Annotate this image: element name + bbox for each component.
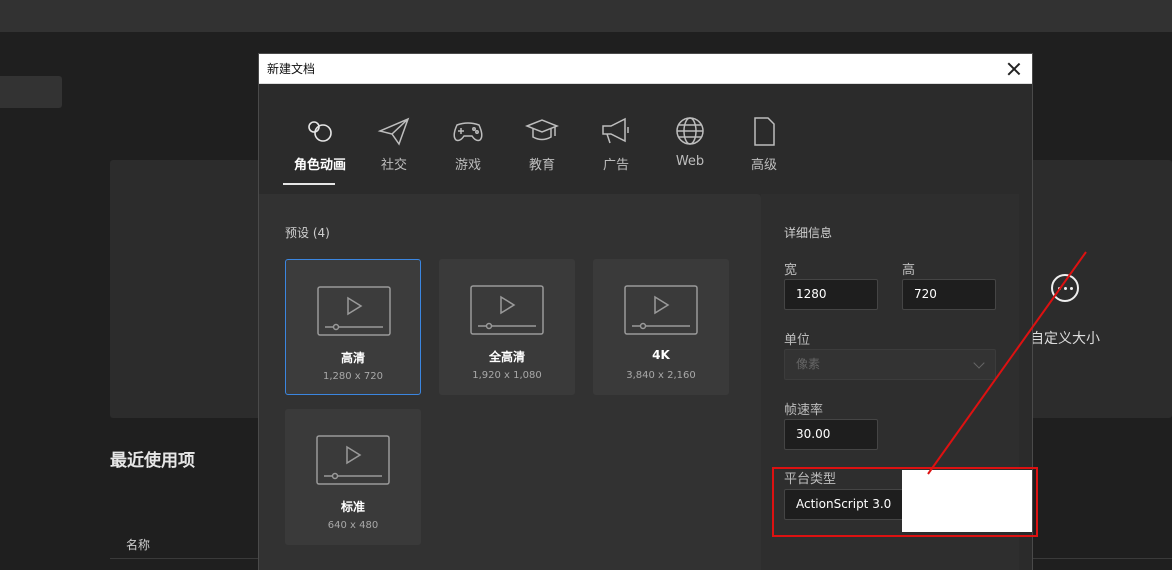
dialog-titlebar: 新建文档 xyxy=(259,54,1032,84)
character-animation-icon xyxy=(308,121,332,142)
video-preset-icon xyxy=(317,286,391,336)
tab-games[interactable]: 游戏 xyxy=(431,116,505,173)
frame-rate-input[interactable]: 30.00 xyxy=(784,419,878,450)
width-label: 宽 xyxy=(784,263,798,278)
tab-label: 广告 xyxy=(602,158,629,173)
annotation-highlight-box xyxy=(772,467,1038,537)
tab-character-animation[interactable]: 角色动画 xyxy=(283,116,357,185)
video-preset-icon xyxy=(316,435,390,485)
tab-label: 角色动画 xyxy=(293,158,346,173)
more-options-icon[interactable] xyxy=(1051,274,1079,302)
tab-advertising[interactable]: 广告 xyxy=(579,116,653,173)
preset-card-hd[interactable]: 高清 1,280 x 720 xyxy=(285,259,421,395)
preset-title: 标准 xyxy=(340,500,365,514)
preset-size: 640 x 480 xyxy=(327,520,379,531)
close-button[interactable] xyxy=(1004,59,1024,79)
category-tabs: 角色动画 社交 游戏 教育 广告 Web 高级 xyxy=(283,116,801,185)
frame-rate-label: 帧速率 xyxy=(784,403,824,418)
tab-label: 教育 xyxy=(528,158,555,173)
dialog-title: 新建文档 xyxy=(267,62,316,76)
preset-title: 高清 xyxy=(340,351,365,365)
presets-panel: 预设 (4) 高清 1,280 x 720 全高清 1,920 x 1,080 … xyxy=(259,194,761,570)
tab-label: 游戏 xyxy=(454,158,481,173)
tab-social[interactable]: 社交 xyxy=(357,116,431,173)
megaphone-icon xyxy=(602,117,629,144)
unit-label: 单位 xyxy=(784,333,811,348)
tab-web[interactable]: Web xyxy=(653,116,727,173)
details-heading: 详细信息 xyxy=(784,226,833,240)
paper-plane-icon xyxy=(377,117,410,146)
preset-size: 1,920 x 1,080 xyxy=(472,370,542,381)
height-input[interactable]: 720 xyxy=(902,279,996,310)
custom-size-label[interactable]: 自定义大小 xyxy=(1030,328,1100,348)
tab-advanced[interactable]: 高级 xyxy=(727,116,801,173)
chevron-down-icon xyxy=(973,357,985,369)
unit-select[interactable]: 像素 xyxy=(784,349,996,380)
preset-title: 全高清 xyxy=(488,350,525,364)
tab-label: 社交 xyxy=(380,158,407,173)
gamepad-icon xyxy=(453,122,483,142)
unit-value: 像素 xyxy=(796,357,821,371)
tab-label: Web xyxy=(675,154,705,169)
document-icon xyxy=(754,117,775,146)
column-header-name[interactable]: 名称 xyxy=(126,536,150,553)
preset-size: 1,280 x 720 xyxy=(323,371,383,382)
video-preset-icon xyxy=(624,285,698,335)
app-top-bar xyxy=(0,0,1172,32)
tab-label: 高级 xyxy=(750,158,777,173)
tab-education[interactable]: 教育 xyxy=(505,116,579,173)
preset-card-4k[interactable]: 4K 3,840 x 2,160 xyxy=(593,259,729,395)
video-preset-icon xyxy=(470,285,544,335)
presets-heading: 预设 (4) xyxy=(285,226,330,240)
height-label: 高 xyxy=(902,263,916,278)
preset-card-full-hd[interactable]: 全高清 1,920 x 1,080 xyxy=(439,259,575,395)
preset-title: 4K xyxy=(652,348,670,362)
preset-card-standard[interactable]: 标准 640 x 480 xyxy=(285,409,421,545)
globe-icon xyxy=(676,117,704,145)
graduation-cap-icon xyxy=(525,119,559,141)
recent-items-title: 最近使用项 xyxy=(110,451,195,471)
background-tab[interactable] xyxy=(0,76,62,108)
width-input[interactable]: 1280 xyxy=(784,279,878,310)
preset-size: 3,840 x 2,160 xyxy=(626,370,696,381)
